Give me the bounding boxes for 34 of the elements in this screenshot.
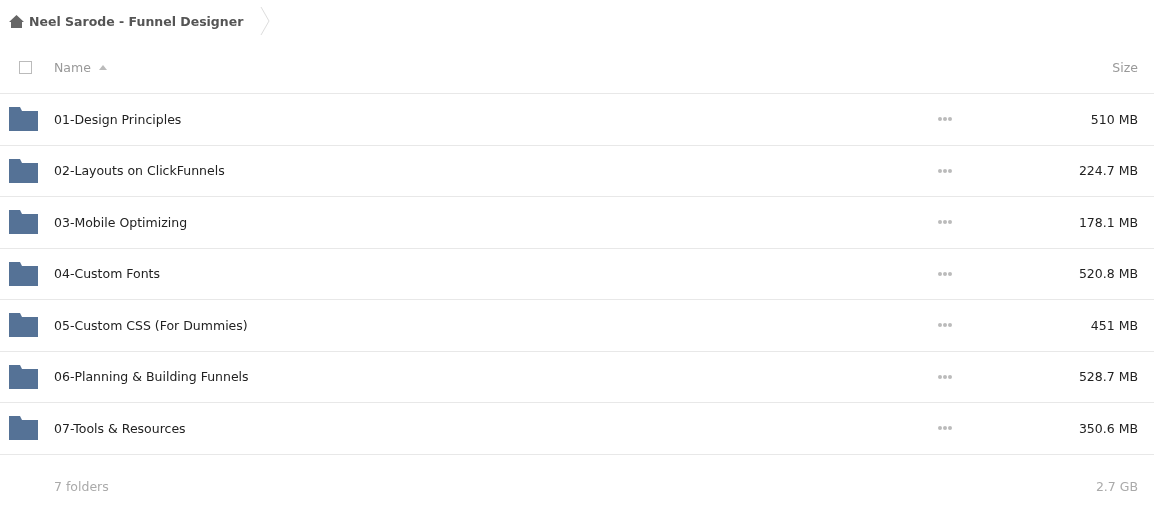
total-size: 2.7 GB [1095,478,1138,494]
more-icon[interactable] [938,168,952,173]
folder-size: 451 MB [1090,317,1138,333]
more-icon[interactable] [938,426,952,431]
more-icon[interactable] [938,220,952,225]
more-icon[interactable] [938,374,952,379]
folder-name[interactable]: 02-Layouts on ClickFunnels [54,163,225,179]
folder-size: 224.7 MB [1078,163,1138,179]
folder-icon [9,107,38,132]
folder-size: 178.1 MB [1078,214,1138,230]
folder-icon [9,158,38,183]
folder-name[interactable]: 01-Design Principles [54,111,182,127]
folder-size: 528.7 MB [1078,369,1138,385]
folder-name[interactable]: 04-Custom Fonts [54,266,160,282]
folder-size: 510 MB [1090,111,1138,127]
folder-icon [9,261,38,286]
folder-name[interactable]: 05-Custom CSS (For Dummies) [54,317,248,333]
folder-icon [9,210,38,235]
folder-icon [9,416,38,441]
folder-icon [9,313,38,338]
select-all-checkbox[interactable] [19,61,32,74]
more-icon[interactable] [938,271,952,276]
chevron-icon [260,6,271,36]
more-icon[interactable] [938,117,952,122]
more-icon[interactable] [938,323,952,328]
breadcrumb-item[interactable]: Neel Sarode - Funnel Designer [29,13,244,29]
folder-name[interactable]: 06-Planning & Building Funnels [54,369,249,385]
folder-size: 350.6 MB [1078,420,1138,436]
folder-name[interactable]: 07-Tools & Resources [54,420,186,436]
folder-name[interactable]: 03-Mobile Optimizing [54,214,188,230]
folder-icon [9,364,38,389]
home-icon[interactable] [9,14,24,28]
folder-count: 7 folders [54,478,109,494]
folder-size: 520.8 MB [1078,266,1138,282]
